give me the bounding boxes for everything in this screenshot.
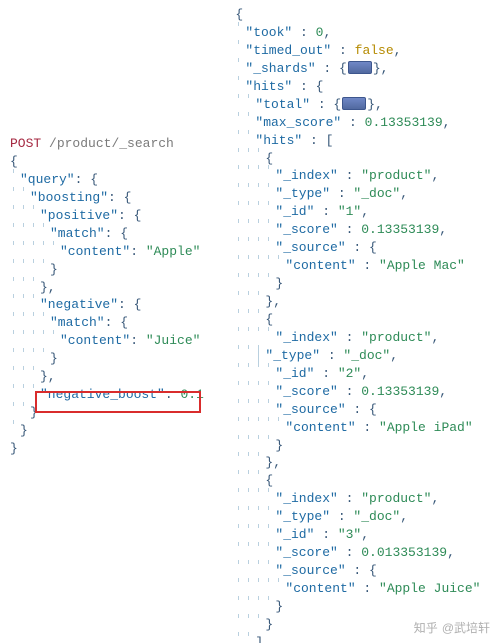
- value-id: "3": [338, 527, 361, 542]
- key-source: "_source": [275, 402, 345, 417]
- value-type: "_doc": [343, 348, 390, 363]
- response-pane: { "took" : 0, "timed_out" : false, "_sha…: [235, 0, 500, 643]
- key-score: "_score": [275, 222, 337, 237]
- value-timed-out: false: [355, 43, 394, 58]
- negative-boost-line: "negative_boost": 0.1: [10, 386, 235, 404]
- key-hits: "hits": [245, 79, 292, 94]
- value-id: "2": [338, 366, 361, 381]
- key-content: "content": [60, 244, 130, 259]
- key-max-score: "max_score": [255, 115, 341, 130]
- key-content: "content": [285, 581, 355, 596]
- value-index: "product": [361, 491, 431, 506]
- key-score: "_score": [275, 384, 337, 399]
- key-content: "content": [285, 420, 355, 435]
- key-content: "content": [60, 333, 130, 348]
- value-score: 0.13353139: [361, 222, 439, 237]
- key-index: "_index": [275, 491, 337, 506]
- key-content: "content": [285, 258, 355, 273]
- key-score: "_score": [275, 545, 337, 560]
- key-id: "_id": [275, 366, 314, 381]
- key-boosting: "boosting": [30, 190, 108, 205]
- key-query: "query": [20, 172, 75, 187]
- key-id: "_id": [275, 527, 314, 542]
- key-type: "_type": [265, 348, 320, 363]
- request-brace-open: {: [10, 153, 235, 171]
- value-content: "Apple iPad": [379, 420, 473, 435]
- key-shards: "_shards": [245, 61, 315, 76]
- collapsed-object-icon[interactable]: [348, 61, 372, 74]
- code-compare-view: POST /product/_search { "query": { "boos…: [0, 0, 500, 643]
- key-timed-out: "timed_out": [245, 43, 331, 58]
- key-took: "took": [245, 25, 292, 40]
- key-negative-boost: "negative_boost": [40, 387, 165, 402]
- key-match: "match": [50, 226, 105, 241]
- key-source: "_source": [275, 563, 345, 578]
- value-juice: "Juice": [146, 333, 201, 348]
- value-type: "_doc": [353, 509, 400, 524]
- zhihu-logo-icon: 知乎: [414, 620, 438, 637]
- key-index: "_index": [275, 330, 337, 345]
- key-total: "total": [255, 97, 310, 112]
- key-source: "_source": [275, 240, 345, 255]
- value-index: "product": [361, 330, 431, 345]
- request-line: POST /product/_search: [10, 135, 235, 153]
- value-index: "product": [361, 168, 431, 183]
- watermark-author: @武培轩: [442, 621, 490, 635]
- request-pane: POST /product/_search { "query": { "boos…: [0, 0, 235, 643]
- http-method: POST: [10, 136, 41, 151]
- value-score: 0.13353139: [361, 384, 439, 399]
- http-path: /product/_search: [49, 136, 174, 151]
- value-id: "1": [338, 204, 361, 219]
- value-score: 0.013353139: [361, 545, 447, 560]
- watermark: 知乎 @武培轩: [414, 620, 490, 637]
- key-index: "_index": [275, 168, 337, 183]
- key-positive: "positive": [40, 208, 118, 223]
- key-id: "_id": [275, 204, 314, 219]
- value-max-score: 0.13353139: [365, 115, 443, 130]
- value-content: "Apple Juice": [379, 581, 480, 596]
- collapsed-object-icon[interactable]: [342, 97, 366, 110]
- key-negative: "negative": [40, 297, 118, 312]
- value-content: "Apple Mac": [379, 258, 465, 273]
- key-type: "_type": [275, 186, 330, 201]
- value-negative-boost: 0.1: [180, 387, 203, 402]
- value-type: "_doc": [353, 186, 400, 201]
- value-apple: "Apple": [146, 244, 201, 259]
- key-match: "match": [50, 315, 105, 330]
- key-type: "_type": [275, 509, 330, 524]
- key-hits-array: "hits": [255, 133, 302, 148]
